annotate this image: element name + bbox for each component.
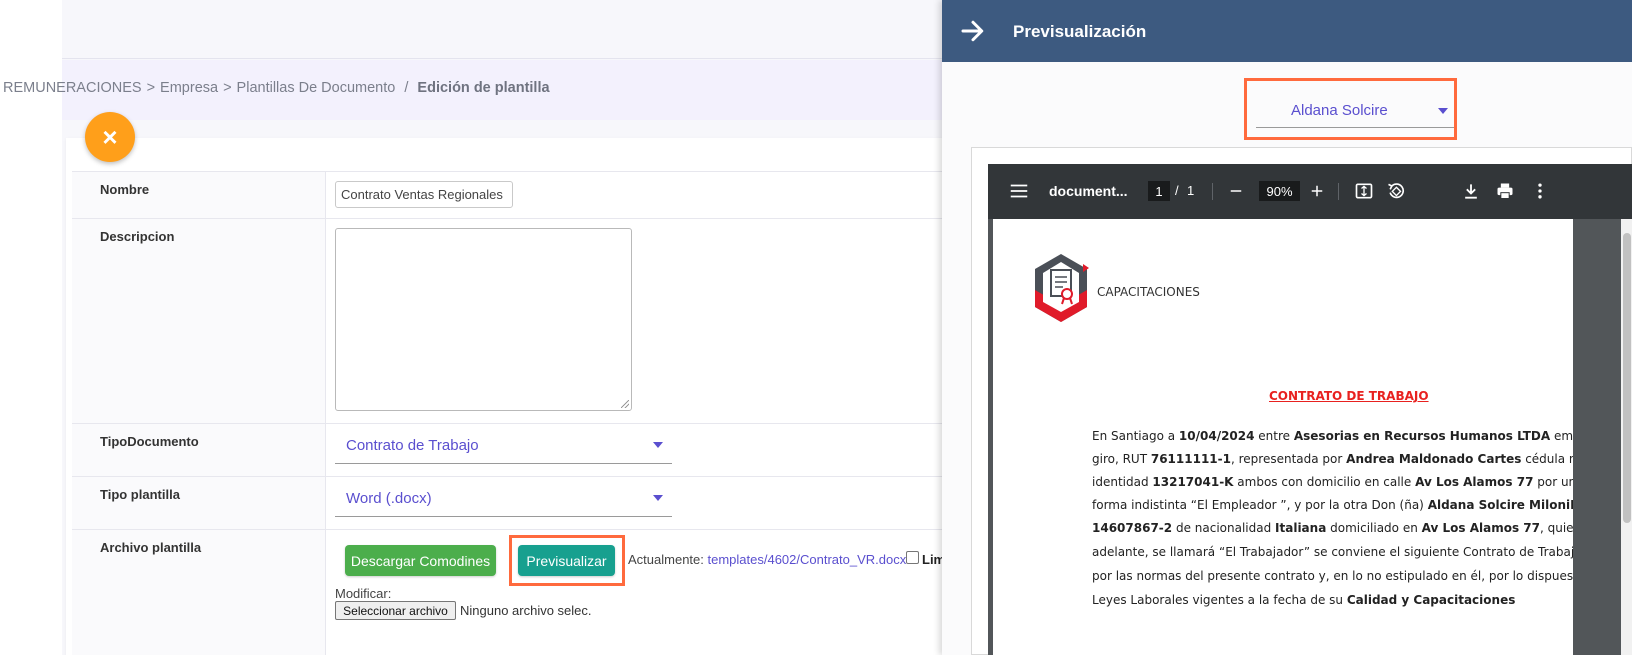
pdf-document-name: document... — [1049, 183, 1128, 199]
tipo-documento-value: Contrato de Trabajo — [346, 437, 479, 454]
toolbar-divider — [1212, 183, 1213, 200]
field-label-descripcion: Descripcion — [72, 219, 326, 423]
pdf-content-area[interactable]: CAPACITACIONES CONTRATO DE TRABAJO En Sa… — [988, 219, 1632, 655]
print-icon[interactable] — [1495, 181, 1515, 201]
current-file-link[interactable]: templates/4602/Contrato_VR.docx — [708, 552, 907, 567]
logo-text: CAPACITACIONES — [1097, 285, 1200, 299]
breadcrumb: REMUNERACIONES > Empresa > Plantillas De Doc… — [3, 80, 555, 96]
resize-handle[interactable] — [621, 400, 629, 408]
pdf-toolbar: document... 1 / 1 90% — [988, 164, 1632, 219]
document-line: En Santiago a 10/04/2024 entre Asesorias… — [1092, 429, 1573, 443]
document-line: identidad 13217041-K ambos con domicilio… — [1092, 475, 1573, 489]
currently-label: Actualmente: — [628, 552, 704, 567]
breadcrumb-separator: / — [404, 80, 409, 96]
preview-panel-header: Previsualización — [942, 0, 1632, 62]
more-vert-icon[interactable] — [1530, 181, 1550, 201]
document-line: giro, RUT 76111111-1, representada por A… — [1092, 452, 1573, 466]
pdf-page-input[interactable]: 1 — [1148, 181, 1170, 201]
breadcrumb-sep: > — [146, 80, 156, 96]
document-line: forma indistinta “El Empleador ”, y por … — [1092, 498, 1573, 512]
document-line: por las normas del presente contrato y, … — [1092, 569, 1573, 583]
minus-icon[interactable] — [1227, 182, 1245, 200]
preview-panel-title: Previsualización — [1013, 22, 1147, 41]
menu-icon[interactable] — [1008, 180, 1030, 202]
download-wildcards-button[interactable]: Descargar Comodines — [345, 545, 496, 576]
preview-button[interactable]: Previsualizar — [518, 545, 615, 576]
file-status: Ninguno archivo selec. — [460, 603, 592, 618]
nombre-input[interactable] — [335, 181, 513, 208]
document-line: 14607867-2 de nacionalidad Italiana domi… — [1092, 521, 1573, 535]
certificate-logo-icon — [1035, 254, 1089, 322]
close-button[interactable]: × — [85, 112, 135, 162]
breadcrumb-item-remuneraciones[interactable]: REMUNERACIONES — [3, 80, 142, 96]
pdf-page: CAPACITACIONES CONTRATO DE TRABAJO En Sa… — [993, 219, 1573, 655]
chevron-down-icon — [653, 442, 663, 448]
pdf-scroll-thumb[interactable] — [1623, 233, 1631, 523]
fit-page-icon[interactable] — [1354, 181, 1374, 201]
contract-title: CONTRATO DE TRABAJO — [1269, 389, 1429, 403]
breadcrumb-current: Edición de plantilla — [417, 80, 550, 96]
rotate-icon[interactable] — [1386, 181, 1406, 201]
pdf-scrollbar[interactable] — [1621, 219, 1632, 655]
tipo-documento-select[interactable]: Contrato de Trabajo — [335, 428, 672, 464]
modify-label: Modificar: — [335, 586, 392, 601]
pdf-zoom-value[interactable]: 90% — [1259, 181, 1300, 201]
arrow-right-icon[interactable] — [958, 16, 988, 46]
chevron-down-icon — [1438, 108, 1448, 114]
breadcrumb-item-plantillas[interactable]: Plantillas De Documento — [237, 80, 396, 96]
breadcrumb-item-empresa[interactable]: Empresa — [160, 80, 218, 96]
download-icon[interactable] — [1461, 181, 1481, 201]
plus-icon[interactable] — [1308, 182, 1326, 200]
preview-panel: Previsualización Aldana Solcire document… — [942, 0, 1632, 655]
tipo-plantilla-value: Word (.docx) — [346, 490, 432, 507]
pdf-viewer-frame: document... 1 / 1 90% CAPACITACIONES CON… — [971, 147, 1632, 655]
tipo-plantilla-select[interactable]: Word (.docx) — [335, 481, 672, 517]
limit-checkbox[interactable] — [906, 551, 919, 564]
pdf-page-total: 1 — [1187, 183, 1195, 198]
document-line: adelante, se llamará “El Trabajador” se … — [1092, 545, 1573, 559]
chevron-down-icon — [653, 495, 663, 501]
choose-file-button[interactable]: Seleccionar archivo — [335, 601, 456, 620]
document-line: Leyes Laborales vigentes a la fecha de s… — [1092, 593, 1516, 607]
pdf-page-separator: / — [1175, 183, 1179, 198]
field-label-archivo: Archivo plantilla — [72, 530, 326, 655]
person-select[interactable]: Aldana Solcire — [1256, 92, 1457, 128]
person-select-value: Aldana Solcire — [1291, 102, 1388, 119]
field-label-tipo-documento: TipoDocumento — [72, 424, 326, 476]
field-label-tipo-plantilla: Tipo plantilla — [72, 477, 326, 529]
current-file-info: Actualmente: templates/4602/Contrato_VR.… — [628, 552, 906, 567]
descripcion-textarea[interactable] — [335, 228, 632, 411]
toolbar-divider — [1338, 183, 1339, 200]
breadcrumb-sep: > — [223, 80, 232, 96]
field-label-nombre: Nombre — [72, 172, 326, 218]
close-icon: × — [102, 121, 118, 152]
